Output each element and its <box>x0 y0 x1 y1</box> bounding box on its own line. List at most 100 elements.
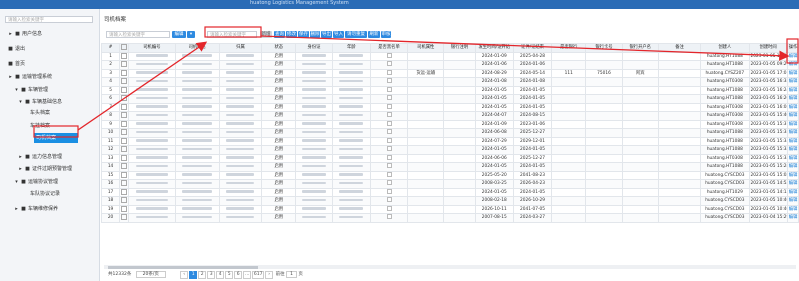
edit-link[interactable]: 编辑 <box>786 162 799 172</box>
row-checkbox[interactable] <box>119 102 130 112</box>
row-checkbox[interactable] <box>119 145 130 155</box>
column-header[interactable]: 银行开户名 <box>621 43 659 53</box>
page-number-button[interactable]: 4 <box>216 271 225 279</box>
table-row[interactable]: 12 启用 2024-01-05 2024-01-05 huatong.HT10… <box>100 145 799 155</box>
table-row[interactable]: 1 启用 2024-01-09 2025-04-28 huatong.HT108… <box>100 51 799 61</box>
edit-link[interactable]: 编辑 <box>786 85 799 95</box>
row-checkbox[interactable] <box>119 187 130 197</box>
page-number-button[interactable]: 2 <box>198 271 207 279</box>
blacklist-checkbox[interactable] <box>386 154 392 160</box>
toolbar-button[interactable]: 删除 <box>310 31 320 38</box>
column-header[interactable]: 是否银行 <box>551 43 587 53</box>
row-checkbox-box[interactable] <box>121 154 128 161</box>
sidebar-item[interactable]: ▸ ■ 车辆维修保养 <box>0 204 99 214</box>
toolbar-button[interactable]: 新增 <box>260 31 272 38</box>
keyword-input[interactable]: 请输入检索关键字 <box>106 31 170 38</box>
column-header[interactable]: 创建时间 <box>748 43 788 53</box>
row-checkbox-box[interactable] <box>121 52 128 59</box>
column-header[interactable]: 是否黑名单 <box>369 43 409 53</box>
sidebar-item[interactable]: ■ 退出 <box>0 44 99 54</box>
row-checkbox-box[interactable] <box>121 205 128 212</box>
blacklist-checkbox[interactable] <box>386 180 392 186</box>
row-checkbox[interactable] <box>119 68 130 78</box>
blacklist-cell[interactable] <box>369 102 409 112</box>
sidebar-item[interactable]: 车队协议记录 <box>0 189 99 199</box>
row-checkbox-box[interactable] <box>121 180 128 186</box>
column-header[interactable]: 创建人 <box>700 43 750 53</box>
column-header[interactable]: 归属 <box>218 43 263 53</box>
blacklist-cell[interactable] <box>369 94 409 104</box>
row-checkbox[interactable] <box>119 85 130 95</box>
edit-link[interactable]: 编辑 <box>786 77 799 87</box>
sidebar-item[interactable]: 车挂档案 <box>0 121 99 131</box>
edit-link[interactable]: 编辑 <box>786 68 799 78</box>
blacklist-cell[interactable] <box>369 187 409 197</box>
row-checkbox[interactable] <box>119 111 130 121</box>
blacklist-cell[interactable] <box>369 128 409 138</box>
row-checkbox[interactable] <box>119 153 130 163</box>
row-checkbox-box[interactable] <box>121 86 128 93</box>
row-checkbox[interactable] <box>119 51 130 61</box>
toolbar-button[interactable]: 审核 <box>381 31 391 38</box>
row-checkbox[interactable] <box>119 119 130 129</box>
blacklist-checkbox[interactable] <box>386 86 392 92</box>
blacklist-cell[interactable] <box>369 204 409 214</box>
blacklist-checkbox[interactable] <box>386 61 392 67</box>
row-checkbox-box[interactable] <box>121 163 128 169</box>
blacklist-checkbox[interactable] <box>386 52 392 58</box>
page-size-select[interactable]: 20条/页 <box>135 271 166 278</box>
row-checkbox[interactable] <box>119 179 130 189</box>
table-row[interactable]: 13 启用 2024-06-06 2025-12-27 huatong.HT03… <box>100 153 799 163</box>
row-checkbox[interactable] <box>119 94 130 104</box>
column-header[interactable]: 身份证 <box>295 43 333 53</box>
column-header[interactable]: 司机姓名 <box>174 43 220 53</box>
edit-link[interactable]: 编辑 <box>786 136 799 146</box>
row-checkbox-box[interactable] <box>121 78 128 84</box>
row-checkbox[interactable] <box>119 213 130 223</box>
edit-link[interactable]: 编辑 <box>786 187 799 197</box>
blacklist-cell[interactable] <box>369 145 409 155</box>
sidebar-item[interactable]: 司机档案 <box>34 133 78 143</box>
column-header[interactable]: 证件/证结束 <box>512 43 553 53</box>
row-checkbox-box[interactable] <box>121 146 128 152</box>
sidebar-item[interactable]: ▸ ■ 运力信息管理 <box>0 152 99 162</box>
blacklist-checkbox[interactable] <box>386 69 392 75</box>
page-number-button[interactable]: 3 <box>207 271 216 279</box>
row-checkbox[interactable] <box>119 196 130 206</box>
sidebar-item[interactable]: ▸ ■ 运输管理系统 <box>0 72 99 82</box>
row-checkbox[interactable] <box>119 170 130 180</box>
page-number-button[interactable]: 5 <box>225 271 234 279</box>
column-header[interactable]: 银行注明 <box>443 43 476 53</box>
goto-page-input[interactable]: 1 <box>286 271 297 278</box>
row-checkbox-box[interactable] <box>121 129 128 135</box>
column-header[interactable]: 状态 <box>261 43 297 53</box>
sidebar-item[interactable]: ▾ ■ 车辆基础信息 <box>0 97 99 107</box>
blacklist-checkbox[interactable] <box>386 112 392 118</box>
column-header[interactable]: 备注 <box>657 43 702 53</box>
page-number-button[interactable]: ... <box>243 271 252 279</box>
scrollbar-thumb[interactable] <box>108 265 258 269</box>
row-checkbox-box[interactable] <box>121 120 128 127</box>
table-row[interactable]: 8 启用 2024-04-07 2024-08-15 huatong.HT030… <box>100 111 799 121</box>
page-number-button[interactable]: 6 <box>234 271 243 279</box>
edit-link[interactable]: 编辑 <box>786 111 799 121</box>
blacklist-checkbox[interactable] <box>386 120 392 126</box>
table-row[interactable]: 15 启用 2025-05-20 2041-08-23 huatong.CYSC… <box>100 170 799 180</box>
table-row[interactable]: 5 启用 2024-01-05 2024-01-05 huatong.HT108… <box>100 85 799 95</box>
toolbar-button[interactable]: 刷新 <box>368 31 380 38</box>
table-row[interactable]: 19 启用 2026-10-11 2041-07-05 huatong.CYSC… <box>100 204 799 214</box>
row-checkbox-box[interactable] <box>121 214 128 220</box>
blacklist-cell[interactable] <box>369 196 409 206</box>
blacklist-checkbox[interactable] <box>386 214 392 220</box>
search-input[interactable]: 请输入检索关键字 <box>207 31 257 38</box>
page-number-button[interactable]: 1 <box>189 271 198 279</box>
row-checkbox[interactable] <box>119 136 130 146</box>
edit-link[interactable]: 编辑 <box>786 128 799 138</box>
table-row[interactable]: 11 启用 2024-07-29 2029-12-01 huatong.HT10… <box>100 136 799 146</box>
blacklist-cell[interactable] <box>369 77 409 87</box>
edit-link[interactable]: 编辑 <box>786 60 799 70</box>
table-row[interactable]: 14 启用 2024-01-05 2024-01-05 huatong.HT10… <box>100 162 799 172</box>
blacklist-checkbox[interactable] <box>386 188 392 194</box>
edit-link[interactable]: 编辑 <box>786 213 799 223</box>
row-checkbox-box[interactable] <box>121 103 128 110</box>
